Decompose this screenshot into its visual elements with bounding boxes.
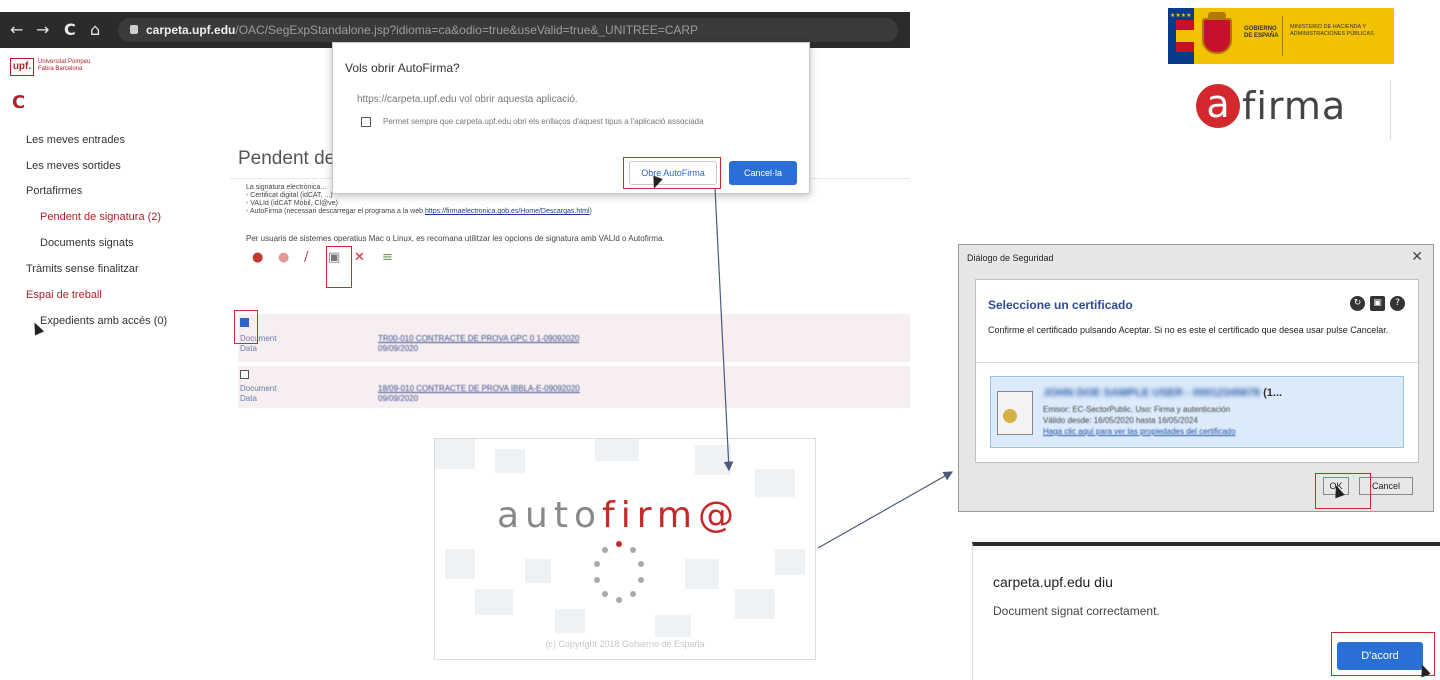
table-row[interactable]: Document Data 18/09-010 CONTRACTE DE PRO… <box>238 366 910 408</box>
document-link[interactable]: TR00-010 CONTRACTE DE PROVA GPC 0 1-0909… <box>378 334 579 343</box>
always-allow-label: Permet sempre que carpeta.upf.edu obri e… <box>383 117 704 126</box>
date-label: Data <box>240 394 257 403</box>
upf-logo-mark: upf. <box>10 58 34 76</box>
table-row[interactable]: Document Data TR00-010 CONTRACTE DE PROV… <box>238 314 910 362</box>
os-note: Per usuaris de sistemes operatius Mac o … <box>246 234 665 243</box>
list-icon[interactable]: ≡ <box>382 250 393 266</box>
ministerio-name: MINISTERIO DE HACIENDA Y ADMINISTRACIONE… <box>1290 24 1374 37</box>
certificate-properties-link[interactable]: Haga clic aquí para ver las propiedades … <box>1043 427 1236 436</box>
star-icon: ★★★★ <box>1170 12 1192 21</box>
sidebar-item-entrades[interactable]: Les meves entrades <box>26 134 125 146</box>
highlight-checkbox <box>234 310 258 344</box>
divider <box>976 362 1418 363</box>
document-date: 09/09/2020 <box>378 394 419 403</box>
cancel-button[interactable]: Cancel·la <box>729 161 797 185</box>
panel-tools: ↻ ▣ ? <box>1348 296 1408 312</box>
close-icon[interactable]: ✕ <box>1411 249 1423 265</box>
sidebar-item-portafirmes[interactable]: Portafirmes <box>26 185 82 197</box>
security-dialog: Diálogo de Seguridad ✕ Seleccione un cer… <box>958 244 1434 512</box>
document-link[interactable]: 18/09-010 CONTRACTE DE PROVA IBBLA-E-090… <box>378 384 580 393</box>
certificate-item[interactable]: JOHN DOE SAMPLE USER - 00012345678 (1...… <box>990 376 1404 448</box>
address-bar[interactable]: carpeta.upf.edu/OAC/SegExpStandalone.jsp… <box>118 18 898 42</box>
reload-icon[interactable]: C <box>64 20 76 40</box>
gobierno-logo: ★★★★ GOBIERNO DE ESPAÑA MINISTERIO DE HA… <box>1168 8 1394 64</box>
browser-window: ← → C ⌂ carpeta.upf.edu/OAC/SegExpStanda… <box>0 0 910 440</box>
afirma-a-icon: a <box>1196 84 1240 128</box>
alert-message: Document signat correctament. <box>993 604 1160 618</box>
back-icon[interactable]: ← <box>10 20 23 40</box>
row-checkbox[interactable] <box>240 370 249 379</box>
dialog-message: https://carpeta.upf.edu vol obrir aquest… <box>357 94 578 105</box>
open-app-dialog: Vols obrir AutoFirma? https://carpeta.up… <box>332 42 810 194</box>
certificate-panel: Seleccione un certificado ↻ ▣ ? Confirme… <box>975 279 1419 463</box>
document-label: Document <box>240 384 277 393</box>
upf-logo[interactable]: upf. Universitat Pompeu Fabra Barcelona <box>10 58 100 84</box>
gobierno-name: GOBIERNO DE ESPAÑA <box>1244 26 1279 39</box>
certificate-validity: Válido desde: 16/05/2020 hasta 16/05/202… <box>1043 416 1198 425</box>
alert-title: carpeta.upf.edu diu <box>993 574 1113 590</box>
date-label: Data <box>240 344 257 353</box>
import-icon[interactable]: ▣ <box>1370 296 1385 311</box>
certificate-name: JOHN DOE SAMPLE USER - 00012345678 (1... <box>1043 387 1283 399</box>
always-allow-checkbox[interactable] <box>361 117 371 127</box>
upf-logo-name: Universitat Pompeu Fabra Barcelona <box>38 59 91 72</box>
refresh-icon[interactable]: C <box>12 92 25 113</box>
home-icon[interactable]: ⌂ <box>90 20 100 40</box>
arrow-to-certificate-dialog <box>817 471 954 549</box>
sidebar-item-signats[interactable]: Documents signats <box>40 237 134 249</box>
certificate-issuer: Emisor: EC-SectorPublic. Uso: Firma y au… <box>1043 405 1231 414</box>
panel-message: Confirme el certificado pulsando Aceptar… <box>988 325 1389 335</box>
sidebar-item-pendent[interactable]: Pendent de signatura (2) <box>40 211 161 223</box>
forward-icon[interactable]: → <box>36 20 49 40</box>
afirma-wordmark: firma <box>1242 84 1347 128</box>
sidebar-item-sortides[interactable]: Les meves sortides <box>26 160 121 172</box>
delete-icon[interactable]: ✕ <box>354 250 365 266</box>
sign-icon[interactable]: ● <box>252 250 263 266</box>
divider <box>1390 80 1391 140</box>
page-title: Pendent de <box>238 148 336 169</box>
sidebar-item-tramits[interactable]: Tràmits sense finalitzar <box>26 263 139 275</box>
coat-of-arms-icon <box>1202 18 1232 54</box>
lock-icon <box>130 25 138 34</box>
autofirma-download-link[interactable]: https://firmaelectronica.gob.es/Home/Des… <box>425 208 590 215</box>
highlight-autofirma-icon <box>326 246 352 288</box>
dialog-title: Diálogo de Seguridad <box>967 253 1054 263</box>
document-date: 09/09/2020 <box>378 344 419 353</box>
refresh-icon[interactable]: ↻ <box>1350 296 1365 311</box>
sidebar-item-espai[interactable]: Espai de treball <box>26 289 102 301</box>
help-icon[interactable]: ? <box>1390 296 1405 311</box>
highlight-open-button <box>623 157 721 189</box>
dialog-title: Vols obrir AutoFirma? <box>345 61 460 75</box>
divider <box>1282 16 1283 56</box>
copyright: (c) Copyright 2018 Gobierno de España <box>545 639 705 649</box>
sidebar-item-expedients[interactable]: Expedients amb accés (0) <box>40 315 167 327</box>
loading-spinner <box>589 541 649 621</box>
alert-dialog: carpeta.upf.edu diu Document signat corr… <box>972 542 1440 680</box>
url-text: carpeta.upf.edu/OAC/SegExpStandalone.jsp… <box>146 23 699 37</box>
panel-heading: Seleccione un certificado <box>988 298 1133 312</box>
pencil-icon[interactable]: / <box>304 250 308 266</box>
autofirma-logo: autofirm@ <box>497 495 740 536</box>
autofirma-splash: autofirm@ (c) Copyright 2018 Gobierno de… <box>434 438 816 660</box>
sign-alt-icon[interactable]: ● <box>278 250 289 266</box>
afirma-logo: a firma <box>1196 84 1366 130</box>
seal-icon <box>1003 409 1017 423</box>
